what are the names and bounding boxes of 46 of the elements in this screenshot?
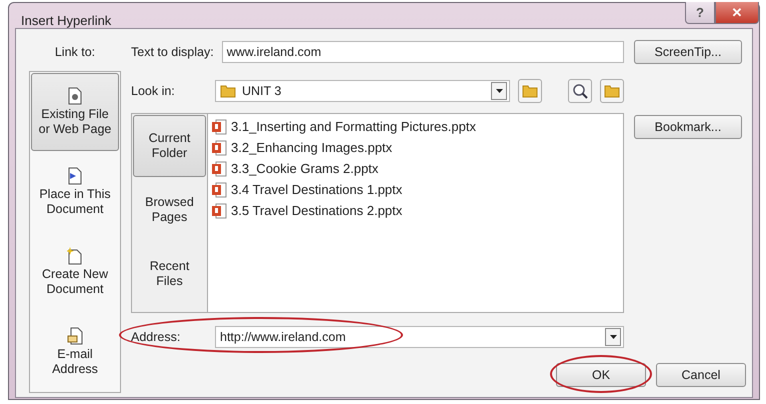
link-type-button[interactable]: Create New Document (31, 233, 119, 311)
document-icon (67, 167, 83, 185)
presentation-file-icon (211, 160, 227, 176)
presentation-file-icon (211, 118, 227, 134)
file-name[interactable]: 3.5 Travel Destinations 2.pptx (231, 203, 402, 218)
close-button[interactable]: ✕ (715, 2, 759, 24)
window-title: Insert Hyperlink (21, 13, 112, 28)
presentation-file-icon (211, 182, 227, 198)
help-button[interactable]: ? (685, 2, 715, 24)
file-name[interactable]: 3.4 Travel Destinations 1.pptx (231, 182, 402, 197)
presentation-file-icon (211, 140, 227, 156)
file-name[interactable]: 3.2_Enhancing Images.pptx (231, 140, 392, 155)
address-label: Address: (131, 330, 182, 344)
dropdown-button[interactable] (491, 82, 507, 100)
link-to-label: Link to: (54, 45, 96, 59)
mail-document-icon (67, 327, 83, 345)
folder-icon (522, 83, 538, 99)
screentip-button[interactable]: ScreenTip... (634, 40, 742, 64)
dialog-button[interactable]: Cancel (656, 363, 746, 387)
dialog-button[interactable]: OK (556, 363, 646, 387)
folder-icon (220, 83, 236, 99)
browse-tab[interactable]: Recent Files (133, 243, 206, 305)
look-in-label: Look in: (131, 84, 176, 98)
file-name[interactable]: 3.1_Inserting and Formatting Pictures.pptx (231, 119, 476, 134)
bookmark-button[interactable]: Bookmark... (634, 115, 742, 139)
link-type-button[interactable]: Existing File or Web Page (31, 73, 119, 151)
up-folder-button[interactable] (518, 79, 542, 103)
look-in-dropdown[interactable]: UNIT 3 (215, 80, 510, 102)
folder-icon (604, 83, 620, 99)
magnifier-icon (572, 83, 588, 99)
file-name[interactable]: 3.3_Cookie Grams 2.pptx (231, 161, 378, 176)
dropdown-button[interactable] (605, 328, 621, 346)
caret-icon (610, 335, 616, 339)
presentation-file-icon (211, 202, 227, 218)
text-to-display-label: Text to display: (131, 45, 214, 59)
browse-tab[interactable]: Current Folder (133, 115, 206, 177)
new-document-icon (67, 247, 83, 265)
link-type-button[interactable]: E-mail Address (31, 313, 119, 391)
document-icon (67, 87, 83, 105)
text-to-display-field[interactable]: www.ireland.com (222, 41, 624, 63)
address-field[interactable]: http://www.ireland.com (215, 326, 624, 348)
browse-web-button[interactable] (568, 79, 592, 103)
link-type-button[interactable]: Place in This Document (31, 153, 119, 231)
caret-icon (496, 89, 502, 93)
browse-tab[interactable]: Browsed Pages (133, 179, 206, 241)
browse-file-button[interactable] (600, 79, 624, 103)
